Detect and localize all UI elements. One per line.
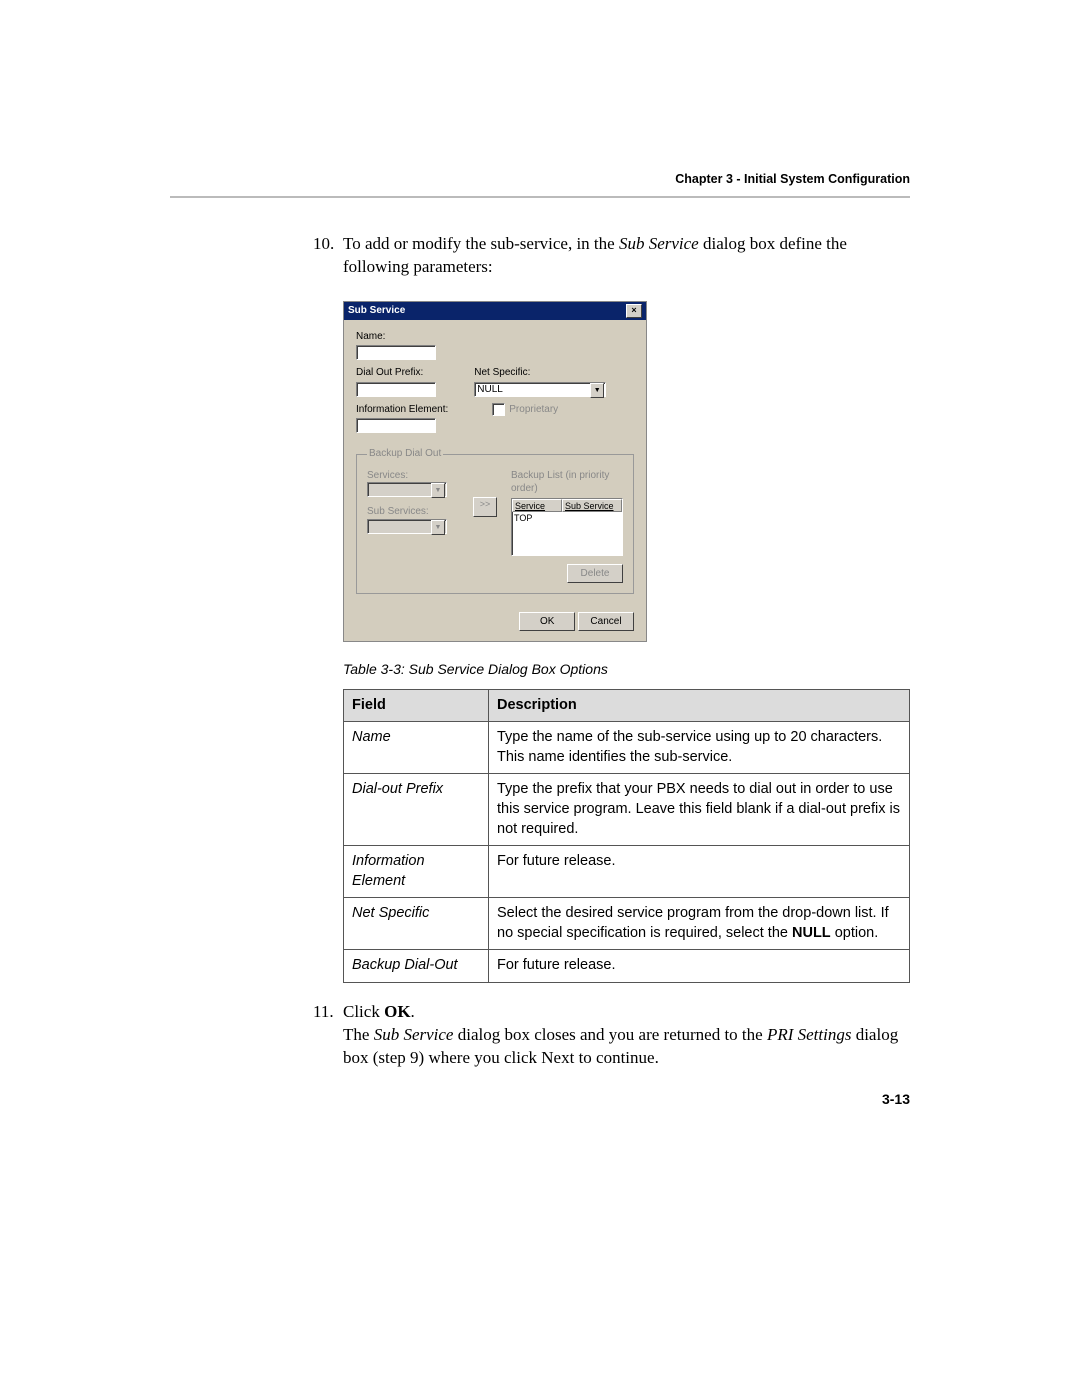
backup-list[interactable]: Service Sub Service TOP bbox=[511, 498, 623, 556]
proprietary-checkbox-row: Proprietary bbox=[492, 403, 606, 417]
list-item[interactable]: TOP bbox=[512, 512, 622, 524]
dial-out-prefix-input[interactable] bbox=[356, 382, 436, 397]
step-text-dot: . bbox=[411, 1002, 415, 1021]
col-service[interactable]: Service bbox=[512, 499, 562, 512]
backup-legend: Backup Dial Out bbox=[367, 447, 443, 461]
content-area: 10. To add or modify the sub-service, in… bbox=[315, 233, 910, 1088]
sub-service-term: Sub Service bbox=[619, 234, 699, 253]
step-number: 10. bbox=[313, 233, 334, 256]
step-text: To add or modify the sub-service, in the bbox=[343, 234, 619, 253]
backup-dial-out-group: Backup Dial Out Services: Sub Services: bbox=[356, 447, 634, 594]
information-element-label: Information Element: bbox=[356, 403, 448, 417]
sub-services-label: Sub Services: bbox=[367, 506, 429, 517]
header-rule bbox=[170, 196, 910, 198]
table-row: Net Specific Select the desired service … bbox=[344, 898, 910, 950]
table-row: Backup Dial-Out For future release. bbox=[344, 950, 910, 983]
desc-cell: For future release. bbox=[489, 846, 910, 898]
add-backup-button[interactable]: >> bbox=[473, 497, 497, 517]
col-description: Description bbox=[489, 689, 910, 722]
page-number: 3-13 bbox=[882, 1091, 910, 1107]
field-cell: Information Element bbox=[344, 846, 489, 898]
desc-cell: Type the prefix that your PBX needs to d… bbox=[489, 774, 910, 846]
step-text: Click bbox=[343, 1002, 384, 1021]
table-row: Information Element For future release. bbox=[344, 846, 910, 898]
services-select[interactable] bbox=[367, 482, 447, 497]
proprietary-label: Proprietary bbox=[509, 404, 558, 415]
backup-list-label: Backup List (in priority order) bbox=[511, 469, 623, 496]
field-cell: Backup Dial-Out bbox=[344, 950, 489, 983]
field-cell: Dial-out Prefix bbox=[344, 774, 489, 846]
proprietary-checkbox[interactable] bbox=[492, 403, 505, 416]
table-row: Dial-out Prefix Type the prefix that you… bbox=[344, 774, 910, 846]
services-label: Services: bbox=[367, 470, 408, 481]
col-sub-service[interactable]: Sub Service bbox=[562, 499, 622, 512]
delete-button[interactable]: Delete bbox=[567, 564, 623, 583]
sub-service-dialog: Sub Service × Name: Dial Out Prefix: bbox=[343, 301, 647, 642]
name-input[interactable] bbox=[356, 345, 436, 360]
chapter-header: Chapter 3 - Initial System Configuration bbox=[675, 172, 910, 186]
step-number: 11. bbox=[313, 1001, 334, 1024]
desc-cell: Select the desired service program from … bbox=[489, 898, 910, 950]
name-label: Name: bbox=[356, 330, 634, 344]
cancel-button[interactable]: Cancel bbox=[578, 612, 634, 631]
dialog-titlebar: Sub Service × bbox=[344, 302, 646, 320]
step-10: 10. To add or modify the sub-service, in… bbox=[315, 233, 910, 983]
options-table: Field Description Name Type the name of … bbox=[343, 689, 910, 983]
close-icon[interactable]: × bbox=[626, 304, 642, 318]
field-cell: Net Specific bbox=[344, 898, 489, 950]
dialog-title: Sub Service bbox=[348, 304, 405, 318]
ok-button[interactable]: OK bbox=[519, 612, 575, 631]
ok-term: OK bbox=[384, 1002, 410, 1021]
sub-services-select[interactable] bbox=[367, 519, 447, 534]
sub-service-term: Sub Service bbox=[374, 1025, 454, 1044]
desc-cell: For future release. bbox=[489, 950, 910, 983]
col-field: Field bbox=[344, 689, 489, 722]
dial-out-prefix-label: Dial Out Prefix: bbox=[356, 366, 448, 380]
step-11: 11. Click OK. The Sub Service dialog box… bbox=[315, 1001, 910, 1070]
pri-settings-term: PRI Settings bbox=[767, 1025, 852, 1044]
net-specific-label: Net Specific: bbox=[474, 366, 606, 380]
table-row: Name Type the name of the sub-service us… bbox=[344, 722, 910, 774]
information-element-input[interactable] bbox=[356, 418, 436, 433]
table-caption: Table 3-3: Sub Service Dialog Box Option… bbox=[343, 660, 910, 679]
net-specific-select[interactable]: NULL bbox=[474, 382, 606, 397]
desc-cell: Type the name of the sub-service using u… bbox=[489, 722, 910, 774]
field-cell: Name bbox=[344, 722, 489, 774]
